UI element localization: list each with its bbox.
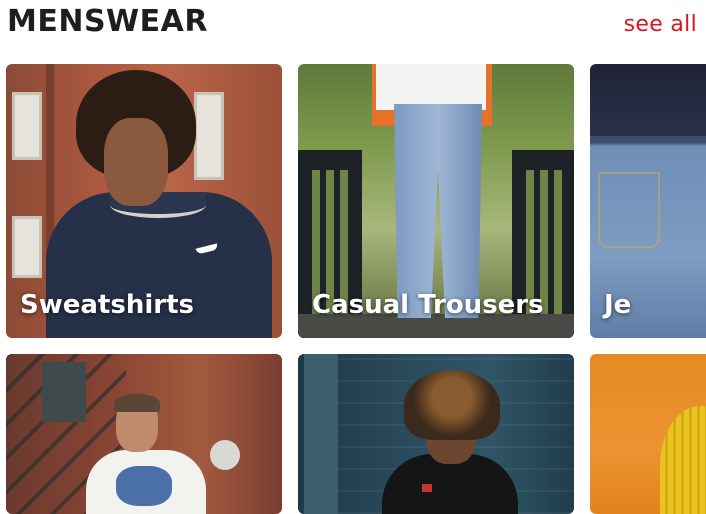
category-grid: Sweatshirts Casual Trousers Je [0, 0, 706, 514]
category-card-jeans[interactable]: Je [590, 64, 706, 338]
category-label: Je [604, 290, 632, 320]
jeans-waistband [590, 136, 706, 142]
building-window [12, 92, 42, 160]
model-face [104, 118, 168, 206]
building-window [12, 216, 42, 278]
beanie-hat [660, 406, 706, 514]
building-window [194, 92, 224, 180]
category-card-tshirts[interactable] [6, 354, 282, 514]
category-card-hoodies[interactable] [298, 354, 574, 514]
category-card-casual-trousers[interactable]: Casual Trousers [298, 64, 574, 338]
category-card-sweatshirts[interactable]: Sweatshirts [6, 64, 282, 338]
category-card-hats[interactable] [590, 354, 706, 514]
building-window [42, 362, 86, 422]
tshirt-graphic [116, 466, 172, 506]
model-hair [114, 394, 160, 412]
model-trousers [394, 104, 482, 318]
jeans-pocket [598, 172, 660, 248]
hoodie-tag [422, 484, 432, 492]
model-hair [404, 370, 500, 440]
wall-pillar [304, 354, 338, 514]
model-shirt [376, 64, 486, 110]
satellite-dish [210, 440, 240, 470]
category-label: Sweatshirts [20, 290, 194, 320]
category-label: Casual Trousers [312, 290, 544, 320]
